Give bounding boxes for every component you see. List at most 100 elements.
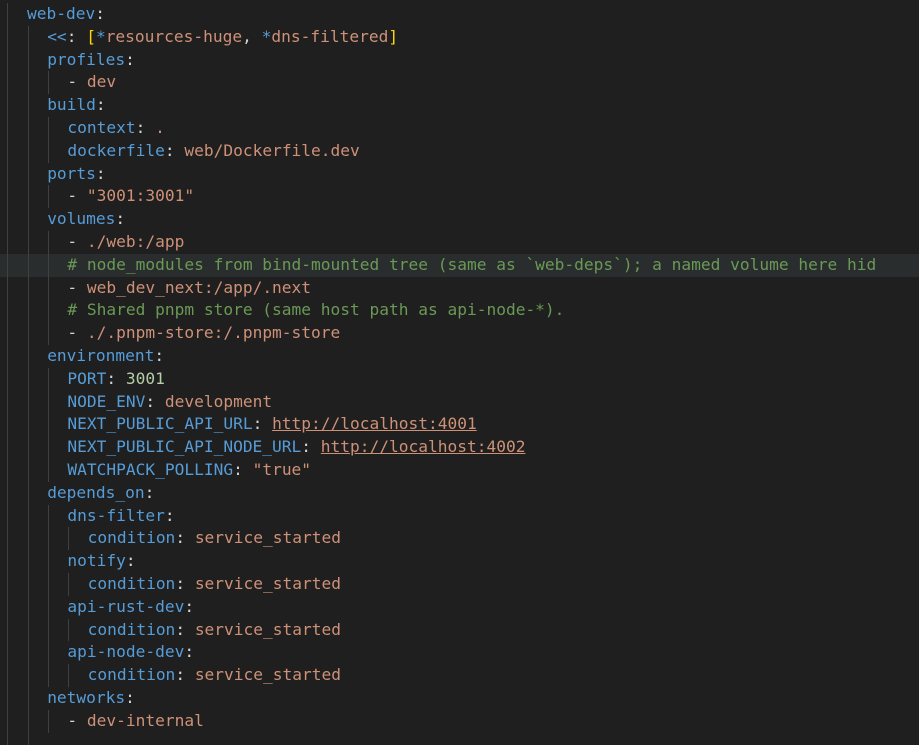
indent-guide [7, 253, 8, 277]
code-text: # Shared pnpm store (same host path as a… [67, 299, 564, 322]
indent-guide [7, 413, 8, 437]
indent-guide [48, 322, 50, 345]
token-p: : [175, 665, 195, 685]
code-line[interactable]: volumes: [0, 208, 919, 231]
code-text: NODE_ENV: development [67, 391, 272, 414]
code-line[interactable]: WATCHPACK_POLLING: "true" [0, 459, 919, 482]
indent-guide [7, 185, 8, 209]
token-p: : [184, 596, 195, 616]
token-s: dev-internal [86, 710, 204, 730]
code-line[interactable]: profiles: [0, 48, 919, 72]
code-line[interactable]: condition: service_started [0, 664, 919, 687]
indent-guide [28, 185, 29, 209]
indent-guide [48, 231, 50, 254]
code-line[interactable]: - ./.pnpm-store:/.pnpm-store [0, 322, 919, 345]
code-text: depends_on: [47, 482, 154, 505]
code-line[interactable]: dns-filter: [0, 504, 919, 528]
indent-guide [7, 94, 8, 117]
code-text: PORT: 3001 [67, 368, 164, 391]
token-k: notify [67, 551, 126, 571]
indent-guide [7, 618, 8, 642]
code-line[interactable]: - dev-internal [0, 709, 919, 733]
indent-guide [28, 664, 29, 687]
code-line[interactable]: # Shared pnpm store (same host path as a… [0, 299, 919, 323]
token-s: ./.pnpm-store:/.pnpm-store [86, 323, 341, 343]
indent-guide [68, 573, 70, 596]
code-line[interactable]: condition: service_started [0, 618, 919, 642]
code-text: - "3001:3001" [67, 185, 194, 208]
code-line[interactable]: notify: [0, 550, 919, 573]
code-line[interactable]: web-dev: [0, 3, 919, 26]
token-s: web/Dockerfile.dev [184, 140, 360, 160]
indent-guide [48, 527, 50, 551]
indent-guide [28, 527, 29, 551]
indent-guide [28, 481, 29, 505]
code-line[interactable]: - "3001:3001" [0, 185, 919, 209]
token-p: : [125, 688, 135, 707]
token-k: PORT [67, 368, 107, 388]
code-line[interactable]: - web_dev_next:/app/.next [0, 276, 919, 300]
token-c: # Shared pnpm store (same host path as a… [67, 300, 565, 320]
indent-guide [7, 231, 8, 254]
indent-guide [7, 390, 8, 414]
code-text: <<: [*resources-huge, *dns-filtered] [47, 26, 398, 49]
indent-guide [7, 436, 8, 459]
token-k: networks [47, 688, 126, 707]
token-s: service_started [194, 619, 341, 639]
code-line[interactable]: api-rust-dev: [0, 595, 919, 619]
token-k: NEXT_PUBLIC_API_NODE_URL [67, 437, 302, 457]
indent-guide [7, 504, 8, 528]
token-k: api-rust-dev [67, 596, 185, 616]
indent-guide [48, 185, 50, 209]
indent-guide [7, 481, 8, 505]
code-line[interactable]: api-node-dev: [0, 641, 919, 665]
token-p: : [95, 163, 106, 183]
token-p: : [106, 368, 126, 388]
indent-guide [28, 71, 29, 95]
code-line[interactable]: NEXT_PUBLIC_API_URL: http://localhost:40… [0, 413, 919, 437]
indent-guide [48, 390, 50, 414]
indent-guide [28, 208, 29, 231]
code-line[interactable]: context: . [0, 117, 919, 140]
indent-guide [7, 527, 8, 551]
token-p: : [154, 346, 165, 365]
code-line[interactable]: condition: service_started [0, 573, 919, 596]
code-line[interactable]: dockerfile: web/Dockerfile.dev [0, 139, 919, 163]
token-p: - [67, 232, 87, 251]
token-p: - [67, 323, 87, 343]
code-line[interactable]: condition: service_started [0, 527, 919, 551]
token-k: volumes [47, 209, 116, 229]
code-line[interactable]: ports: [0, 162, 919, 186]
code-line[interactable]: networks: [0, 687, 919, 710]
token-p: : [184, 642, 195, 662]
indent-guide [7, 25, 8, 49]
token-b: [ [86, 26, 96, 46]
code-editor[interactable]: web-dev: <<: [*resources-huge, *dns-filte… [0, 0, 919, 745]
code-line[interactable] [0, 732, 919, 745]
token-p: : [125, 49, 135, 69]
code-line[interactable]: NEXT_PUBLIC_API_NODE_URL: http://localho… [0, 436, 919, 459]
code-text: # node_modules from bind-mounted tree (s… [67, 254, 876, 277]
code-text: web-dev: [27, 3, 105, 26]
code-line[interactable]: depends_on: [0, 481, 919, 505]
code-line[interactable]: <<: [*resources-huge, *dns-filtered] [0, 25, 919, 49]
indent-guide [48, 550, 50, 573]
indent-guide [28, 162, 29, 186]
indent-guide [28, 687, 29, 710]
code-line[interactable]: NODE_ENV: development [0, 390, 919, 414]
code-line-current[interactable]: # node_modules from bind-mounted tree (s… [0, 253, 919, 277]
code-line[interactable]: - ./web:/app [0, 231, 919, 254]
token-s: ./web:/app [86, 232, 185, 251]
token-k: * [261, 26, 272, 46]
indent-guide [48, 299, 50, 323]
token-p: : [175, 574, 195, 593]
code-line[interactable]: environment: [0, 345, 919, 368]
code-line[interactable]: PORT: 3001 [0, 367, 919, 391]
code-line[interactable]: build: [0, 94, 919, 117]
token-p: : [144, 482, 155, 502]
indent-guide [48, 276, 50, 300]
indent-guide [48, 367, 50, 391]
indent-guide [28, 48, 29, 72]
code-line[interactable]: - dev [0, 71, 919, 95]
token-p: : [252, 414, 273, 434]
